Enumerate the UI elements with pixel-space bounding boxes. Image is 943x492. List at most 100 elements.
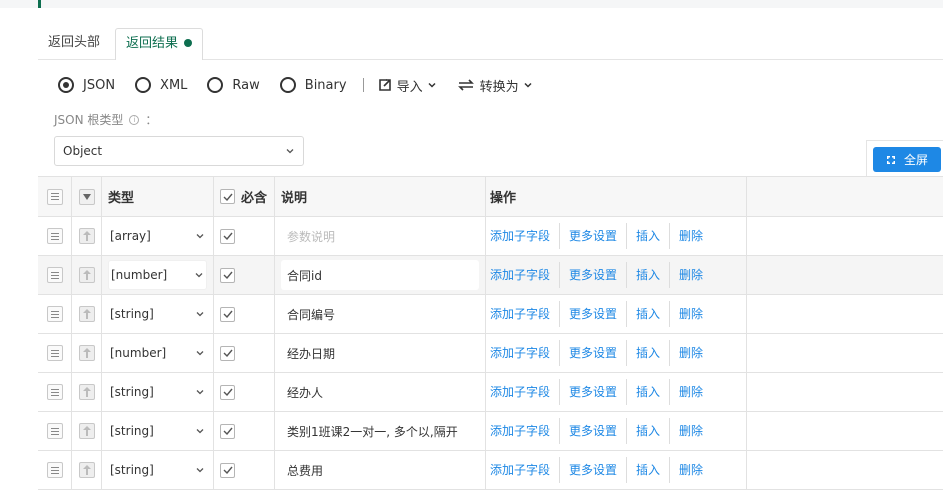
description-input[interactable]: 参数说明 [281,221,479,251]
radio-json[interactable]: JSON [58,77,115,93]
drag-handle-icon[interactable] [46,267,63,283]
more-settings-link[interactable]: 更多设置 [560,418,628,444]
add-child-field-link[interactable]: 添加子字段 [490,457,561,483]
row-drag-cell [38,451,72,489]
row-drag-cell [38,373,72,411]
description-input[interactable]: 总费用 [281,455,479,485]
row-filler [747,451,943,489]
row-pin-cell [72,217,102,255]
description-input[interactable]: 合同编号 [281,299,479,329]
add-child-field-link[interactable]: 添加子字段 [490,418,561,444]
row-drag-cell [38,412,72,450]
description-input[interactable]: 合同id [281,260,479,290]
insert-link[interactable]: 插入 [627,340,671,366]
root-type-select[interactable]: Object [54,136,304,166]
required-checkbox[interactable] [220,423,235,439]
move-icon[interactable] [78,423,95,439]
insert-link[interactable]: 插入 [627,223,671,249]
chevron-down-icon [196,390,204,395]
chevron-down-icon [428,82,436,88]
radio-label: XML [160,77,188,93]
delete-link[interactable]: 删除 [670,379,712,405]
delete-link[interactable]: 删除 [670,223,712,249]
description-input[interactable]: 经办日期 [281,338,479,368]
drag-handle-icon[interactable] [46,188,63,205]
type-select[interactable]: [string] [108,299,207,329]
required-checkbox[interactable] [220,462,235,478]
convert-icon [457,79,474,91]
description-input[interactable]: 类别1班课2一对一, 多个以,隔开 [281,416,479,446]
required-checkbox[interactable] [220,384,235,400]
drag-handle-icon[interactable] [46,423,63,439]
check-icon [223,193,233,201]
select-all-checkbox[interactable] [220,189,235,204]
type-select[interactable]: [array] [108,221,207,251]
more-settings-link[interactable]: 更多设置 [560,379,628,405]
radio-unchecked-icon [279,77,296,93]
delete-link[interactable]: 删除 [670,301,712,327]
row-type-cell: [string] [102,451,214,489]
more-settings-link[interactable]: 更多设置 [560,457,628,483]
row-required-cell [214,451,275,489]
insert-link[interactable]: 插入 [627,301,671,327]
expand-icon [886,155,895,164]
required-checkbox[interactable] [220,267,235,283]
description-input[interactable]: 经办人 [281,377,479,407]
type-select[interactable]: [string] [108,416,207,446]
move-icon[interactable] [78,462,95,478]
info-icon[interactable]: i [129,114,140,125]
more-settings-link[interactable]: 更多设置 [560,301,628,327]
move-icon[interactable] [78,345,95,361]
tab-response-headers[interactable]: 返回头部 [38,28,110,60]
insert-link[interactable]: 插入 [627,418,671,444]
row-actions-cell: 添加子字段 更多设置 插入 删除 [486,373,747,411]
delete-link[interactable]: 删除 [670,340,712,366]
row-description-cell: 总费用 [275,451,486,489]
insert-link[interactable]: 插入 [627,457,671,483]
required-checkbox[interactable] [220,345,235,361]
tab-response-body[interactable]: 返回结果 [115,28,204,61]
more-settings-link[interactable]: 更多设置 [560,340,628,366]
insert-link[interactable]: 插入 [627,379,671,405]
move-icon[interactable] [78,267,95,283]
delete-link[interactable]: 删除 [670,262,712,288]
table-row: [string] 总费用 添加子字段 更多设置 插入 删除 [38,451,943,490]
type-select[interactable]: [number] [108,338,207,368]
type-select[interactable]: [string] [108,455,207,485]
type-select[interactable]: [string] [108,377,207,407]
radio-xml[interactable]: XML [135,77,187,93]
row-type-cell: [string] [102,295,214,333]
add-child-field-link[interactable]: 添加子字段 [490,262,561,288]
add-child-field-link[interactable]: 添加子字段 [490,340,561,366]
fullscreen-button[interactable]: 全屏 [873,147,941,172]
radio-binary[interactable]: Binary [279,77,347,93]
radio-raw[interactable]: Raw [207,77,260,93]
move-icon[interactable] [78,306,95,322]
required-checkbox[interactable] [220,306,235,322]
row-pin-cell [72,451,102,489]
drag-handle-icon[interactable] [46,228,63,244]
add-child-field-link[interactable]: 添加子字段 [490,379,561,405]
more-settings-link[interactable]: 更多设置 [560,262,628,288]
import-dropdown[interactable]: 导入 [378,76,437,95]
fullscreen-tab: 全屏 [866,140,943,176]
required-checkbox[interactable] [220,228,235,244]
drag-handle-icon[interactable] [46,306,63,322]
more-settings-link[interactable]: 更多设置 [560,223,628,249]
collapse-all-icon[interactable] [78,188,95,205]
drag-handle-icon[interactable] [46,384,63,400]
delete-link[interactable]: 删除 [670,418,712,444]
add-child-field-link[interactable]: 添加子字段 [490,301,561,327]
move-icon[interactable] [78,384,95,400]
insert-link[interactable]: 插入 [627,262,671,288]
row-description-cell: 参数说明 [275,217,486,255]
convert-dropdown[interactable]: 转换为 [457,76,533,95]
move-icon[interactable] [78,228,95,244]
drag-handle-icon[interactable] [46,345,63,361]
row-pin-cell [72,256,102,294]
radio-unchecked-icon [207,77,224,93]
drag-handle-icon[interactable] [46,462,63,478]
add-child-field-link[interactable]: 添加子字段 [490,223,561,249]
delete-link[interactable]: 删除 [670,457,712,483]
type-select[interactable]: [number] [108,260,207,290]
